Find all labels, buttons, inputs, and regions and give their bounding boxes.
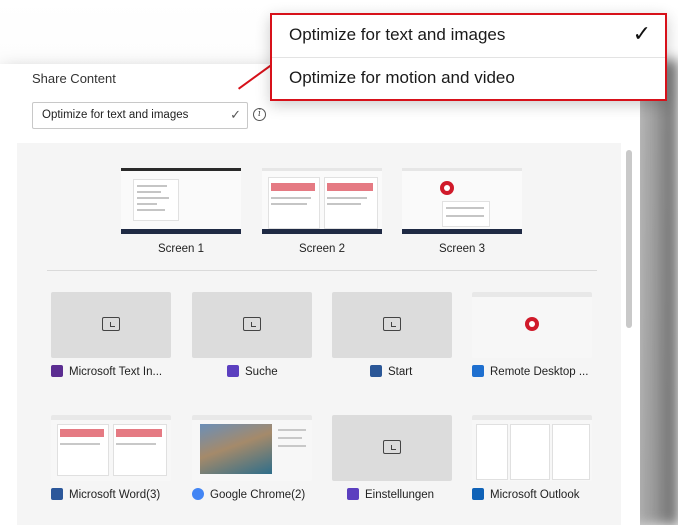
window-label-text: Microsoft Text In... — [69, 366, 163, 378]
screen-line — [271, 197, 311, 199]
doc-line — [116, 443, 156, 445]
vertical-scrollbar[interactable] — [626, 150, 632, 328]
window-label-text: Suche — [245, 366, 278, 378]
window-label-text: Microsoft Word(3) — [69, 489, 161, 501]
screen-line — [327, 197, 367, 199]
screen-2-label: Screen 2 — [298, 243, 346, 255]
menu-item-label: Optimize for text and images — [289, 25, 506, 44]
window-titlebar — [192, 415, 312, 420]
screen-banner — [271, 183, 315, 191]
screen-1-label: Screen 1 — [157, 243, 205, 255]
window-thumbnail[interactable] — [51, 415, 171, 481]
taskbar — [121, 229, 241, 234]
window-label-text: Einstellungen — [365, 489, 435, 501]
settings-icon — [347, 488, 359, 500]
optimize-dropdown-menu: Optimize for text and images ✓ Optimize … — [270, 13, 667, 101]
doc-banner — [116, 429, 162, 437]
chrome-icon — [192, 488, 204, 500]
menu-item-label: Optimize for motion and video — [289, 68, 515, 87]
window-titlebar — [51, 415, 171, 420]
window-label[interactable]: Microsoft Word(3) — [51, 488, 160, 501]
screen-line — [137, 191, 161, 193]
page-line — [278, 445, 306, 447]
optimize-dropdown[interactable]: Optimize for text and images ✓ — [32, 102, 248, 129]
screen-1-thumbnail[interactable] — [121, 168, 241, 234]
window-label[interactable]: Einstellungen — [347, 488, 434, 501]
screen-line — [271, 203, 307, 205]
section-divider — [47, 270, 597, 271]
word-icon — [51, 488, 63, 500]
doc-line — [60, 443, 100, 445]
window-label-text: Microsoft Outlook — [490, 489, 580, 501]
screen-line — [137, 197, 169, 199]
remote-desktop-icon — [472, 365, 484, 377]
page-line — [278, 437, 302, 439]
info-icon[interactable]: i — [253, 108, 266, 121]
window-thumbnail[interactable] — [472, 415, 592, 481]
start-app-icon — [370, 365, 382, 377]
window-edge-shadow — [638, 60, 678, 525]
window-thumbnail[interactable] — [192, 292, 312, 358]
window-label[interactable]: Suche — [227, 365, 278, 378]
screen-line — [137, 203, 157, 205]
window-icon — [383, 317, 401, 331]
remote-logo-icon — [440, 181, 454, 195]
window-thumbnail[interactable] — [332, 415, 452, 481]
window-label-text: Remote Desktop ... — [490, 366, 589, 378]
doc-banner — [60, 429, 104, 437]
search-app-icon — [227, 365, 239, 377]
mail-folder-pane — [476, 424, 508, 480]
remote-logo-icon — [525, 317, 539, 331]
screen-dialog — [442, 201, 490, 227]
taskbar — [262, 229, 382, 234]
window-icon — [102, 317, 120, 331]
page-line — [278, 429, 306, 431]
screen-3-thumbnail[interactable] — [402, 168, 522, 234]
window-label[interactable]: Google Chrome(2) — [192, 488, 305, 501]
window-label[interactable]: Microsoft Outlook — [472, 488, 579, 501]
mail-reading-pane — [552, 424, 590, 480]
mail-list-pane — [510, 424, 550, 480]
screen-line — [446, 207, 484, 209]
panel-title: Share Content — [32, 71, 116, 86]
chevron-down-icon: ✓ — [230, 107, 241, 122]
window-titlebar — [472, 415, 592, 420]
optimize-dropdown-value: Optimize for text and images — [42, 109, 189, 121]
text-input-app-icon — [51, 365, 63, 377]
screen-line — [137, 185, 167, 187]
menu-item-text-images[interactable]: Optimize for text and images ✓ — [272, 15, 665, 57]
screen-3-label: Screen 3 — [438, 243, 486, 255]
menu-item-motion-video[interactable]: Optimize for motion and video — [272, 58, 665, 100]
screen-2-thumbnail[interactable] — [262, 168, 382, 234]
screen-banner — [327, 183, 373, 191]
window-thumbnail[interactable] — [472, 292, 592, 358]
screen-line — [327, 203, 361, 205]
screen-line — [137, 209, 165, 211]
window-label-text: Google Chrome(2) — [210, 489, 306, 501]
window-thumbnail[interactable] — [192, 415, 312, 481]
outlook-icon — [472, 488, 484, 500]
window-icon — [243, 317, 261, 331]
browser-hero-image — [200, 424, 272, 474]
window-label-text: Start — [388, 366, 413, 378]
window-label[interactable]: Start — [370, 365, 412, 378]
window-label[interactable]: Remote Desktop ... — [472, 365, 588, 378]
window-label[interactable]: Microsoft Text In... — [51, 365, 162, 378]
window-thumbnail[interactable] — [332, 292, 452, 358]
check-icon: ✓ — [632, 21, 651, 46]
window-titlebar — [472, 292, 592, 297]
taskbar — [402, 229, 522, 234]
window-thumbnail[interactable] — [51, 292, 171, 358]
screen-line — [446, 215, 484, 217]
window-icon — [383, 440, 401, 454]
